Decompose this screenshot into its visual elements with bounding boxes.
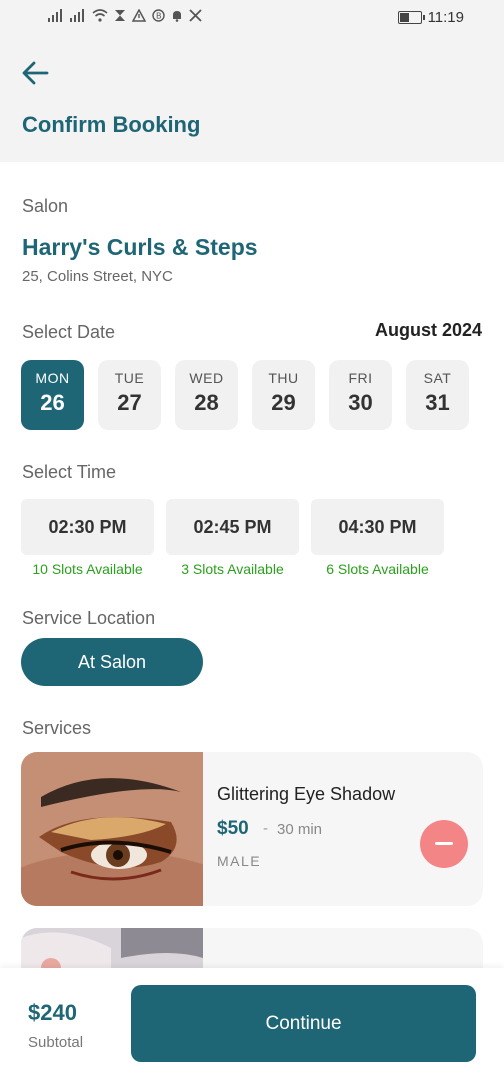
status-bar: B 11:19 (0, 0, 504, 38)
status-time: 11:19 (427, 9, 464, 26)
date-option-tue[interactable]: TUE 27 (98, 360, 161, 430)
slots-available: 3 Slots Available (181, 561, 284, 577)
bell-icon (173, 11, 181, 22)
remove-service-button[interactable] (420, 820, 468, 868)
service-duration: 30 min (277, 821, 323, 838)
date-option-thu[interactable]: THU 29 (252, 360, 315, 430)
select-time-label: Select Time (22, 462, 117, 482)
wifi-icon (92, 9, 108, 22)
date-number: 30 (348, 390, 373, 415)
date-option-sat[interactable]: SAT 31 (406, 360, 469, 430)
at-salon-button[interactable]: At Salon (21, 638, 203, 686)
hourglass-icon (115, 10, 125, 21)
date-day: TUE (114, 370, 145, 386)
page-title: Confirm Booking (22, 112, 201, 137)
svg-text:B: B (156, 12, 162, 21)
salon-address: 25, Colins Street, NYC (22, 268, 173, 285)
service-price: $50 (217, 818, 249, 839)
services-label: Services (22, 718, 92, 738)
service-location-label: Service Location (22, 608, 156, 628)
date-day: WED (189, 370, 224, 386)
date-day: MON (35, 370, 70, 386)
price-separator: - (263, 820, 268, 837)
date-day: SAT (423, 370, 452, 386)
service-card: Glittering Eye Shadow $50 - 30 min MALE (21, 752, 483, 906)
time-value: 02:45 PM (166, 499, 299, 555)
time-option[interactable]: 02:45 PM 3 Slots Available (166, 499, 299, 577)
date-day: THU (268, 370, 299, 386)
date-number: 28 (194, 390, 219, 415)
slots-available: 10 Slots Available (32, 561, 143, 577)
header: Confirm Booking (0, 38, 504, 162)
service-name: Glittering Eye Shadow (217, 784, 396, 804)
subtotal-label: Subtotal (28, 1034, 84, 1051)
signal-icon (48, 9, 62, 22)
salon-name: Harry's Curls & Steps (22, 234, 258, 260)
time-option[interactable]: 04:30 PM 6 Slots Available (311, 499, 444, 577)
select-date-label: Select Date (22, 322, 116, 342)
service-image (21, 752, 203, 906)
battery-icon (397, 11, 425, 24)
warning-icon (132, 9, 146, 22)
signal-icon (70, 9, 84, 22)
time-picker: 02:30 PM 10 Slots Available 02:45 PM 3 S… (21, 499, 444, 577)
continue-button[interactable]: Continue (131, 985, 476, 1062)
month-label: August 2024 (374, 320, 482, 340)
service-gender: MALE (217, 853, 262, 869)
x-logo-icon (189, 9, 202, 22)
date-day: FRI (348, 370, 373, 386)
status-right: 11:19 (397, 9, 464, 26)
time-value: 02:30 PM (21, 499, 154, 555)
time-option[interactable]: 02:30 PM 10 Slots Available (21, 499, 154, 577)
b-badge-icon: B (152, 9, 165, 22)
salon-label: Salon (22, 196, 69, 216)
date-option-wed[interactable]: WED 28 (175, 360, 238, 430)
status-icons: B (48, 9, 202, 22)
bottom-bar: $240 Subtotal Continue (0, 968, 504, 1080)
subtotal-amount: $240 (28, 1000, 77, 1025)
date-number: 27 (117, 390, 142, 415)
date-number: 29 (271, 390, 296, 415)
date-picker: MON 26 TUE 27 WED 28 THU 29 FRI 30 SAT 3… (21, 360, 469, 430)
date-number: 31 (425, 390, 450, 415)
date-option-fri[interactable]: FRI 30 (329, 360, 392, 430)
time-value: 04:30 PM (311, 499, 444, 555)
date-option-mon[interactable]: MON 26 (21, 360, 84, 430)
date-number: 26 (40, 390, 65, 415)
back-arrow-icon[interactable] (20, 58, 50, 88)
slots-available: 6 Slots Available (326, 561, 429, 577)
